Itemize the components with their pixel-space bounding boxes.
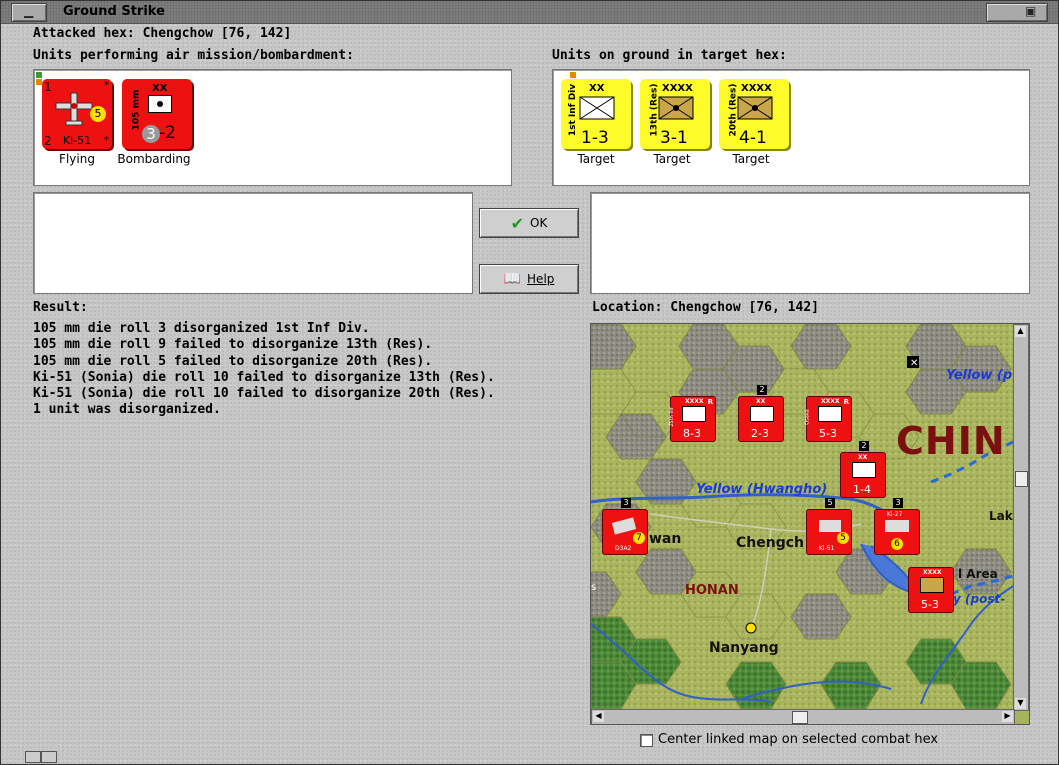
map-counter[interactable]: 3 7 D3A2 <box>602 498 648 555</box>
ground-units-panel: 1st Inf Div XX 1-3 Target 13th (Res) XXX… <box>552 69 1030 186</box>
map-label-yellow-p: Yellow (p <box>946 368 1013 383</box>
map-label-wan: wan <box>649 531 682 547</box>
scroll-thumb[interactable] <box>1015 471 1028 487</box>
location-label: Location: Chengchow [76, 142] <box>592 300 819 315</box>
infantry-icon <box>920 577 944 593</box>
air-unit-details-panel <box>33 192 473 294</box>
close-button[interactable]: ▣ <box>986 3 1048 22</box>
map-label-s: s <box>591 582 597 593</box>
map-label-nanyang: Nanyang <box>709 640 779 656</box>
ground-unit-details-panel <box>590 192 1030 294</box>
scroll-thumb[interactable] <box>792 711 808 724</box>
result-label: Result: <box>33 300 88 315</box>
plane-icon <box>55 92 93 126</box>
close-icon: ▣ <box>1025 4 1037 18</box>
map-label-chengchow: Chengch <box>736 535 804 551</box>
hex-map[interactable]: ✕ CHIN Yellow (p Yellow (Hwangho) Chengc… <box>590 323 1030 725</box>
map-label-area: l Area <box>958 567 998 581</box>
map-counter[interactable]: 2 XX 1-4 <box>840 441 886 498</box>
resize-grip-icon[interactable] <box>25 751 41 763</box>
map-label-honan: HONAN <box>685 583 739 598</box>
infantry-icon <box>750 406 774 422</box>
map-counter[interactable]: Osaka XXXX R 5-3 <box>805 396 852 442</box>
ground-unit-counter-20th-res[interactable]: 20th (Res) XXXX 4-1 <box>719 79 789 149</box>
ground-units-label: Units on ground in target hex: <box>552 48 787 63</box>
map-label-yellow-hwangho: Yellow (Hwangho) <box>696 482 828 497</box>
plane-icon <box>819 520 841 532</box>
status-dot-icon <box>36 72 42 78</box>
air-unit-caption: Flying <box>59 152 95 166</box>
result-log: 105 mm die roll 3 disorganized 1st Inf D… <box>33 321 495 419</box>
map-vertical-scrollbar[interactable]: ▲ ▼ <box>1013 324 1029 711</box>
scroll-up-icon[interactable]: ▲ <box>1015 326 1026 337</box>
ground-unit-counter-13th-res[interactable]: 13th (Res) XXXX 3-1 <box>640 79 710 149</box>
svg-text:✕: ✕ <box>910 358 918 369</box>
air-unit-counter-105mm[interactable]: 105 mm XX 3 -2 <box>122 79 192 149</box>
ground-unit-caption: Target <box>577 152 615 166</box>
infantry-icon <box>818 406 842 422</box>
infantry-icon <box>682 406 706 422</box>
map-label-china: CHIN <box>896 419 1006 463</box>
infantry-icon <box>579 96 615 120</box>
checkmark-icon: ✔ <box>510 213 525 233</box>
plane-icon <box>611 517 637 535</box>
title-bar[interactable]: ▁ Ground Strike ▣ <box>1 1 1058 24</box>
help-book-icon: 📖 <box>503 271 522 287</box>
scroll-left-icon[interactable]: ◀ <box>593 711 604 722</box>
map-counter[interactable]: 3 Ki-27 6 <box>874 498 920 555</box>
plane-icon <box>885 520 909 532</box>
air-unit-counter-ki51[interactable]: 1 2 * * 5 Ki-51 <box>42 79 112 149</box>
air-units-label: Units performing air mission/bombardment… <box>33 48 354 63</box>
map-horizontal-scrollbar[interactable]: ◀ ▶ <box>591 709 1015 724</box>
map-label-post: y (post- <box>953 592 1006 606</box>
result-line: Ki-51 (Sonia) die roll 10 failed to diso… <box>33 386 495 402</box>
resize-grip-icon[interactable] <box>41 751 57 763</box>
reserve-infantry-icon <box>737 96 773 120</box>
reserve-infantry-icon <box>658 96 694 120</box>
ground-unit-counter-1st-inf[interactable]: 1st Inf Div XX 1-3 <box>561 79 631 149</box>
ground-unit-caption: Target <box>653 152 691 166</box>
air-unit-caption: Bombarding <box>117 152 191 166</box>
artillery-icon <box>148 95 172 113</box>
result-line: 1 unit was disorganized. <box>33 402 221 418</box>
map-counter[interactable]: 5 5 Ki-51 <box>806 498 852 555</box>
status-dot-icon <box>570 72 576 78</box>
scroll-down-icon[interactable]: ▼ <box>1015 698 1026 709</box>
help-button[interactable]: 📖 Help <box>479 264 579 294</box>
map-counter[interactable]: 2 XX 2-3 <box>738 385 784 442</box>
map-counter[interactable]: 25th Inf XXXX R 8-3 <box>669 396 716 442</box>
ok-button[interactable]: ✔ OK <box>479 208 579 238</box>
center-linked-map-checkbox[interactable] <box>640 734 653 747</box>
system-menu-button[interactable]: ▁ <box>11 3 47 22</box>
map-counter[interactable]: XXXX 5-3 <box>908 567 954 613</box>
infantry-icon <box>852 462 876 478</box>
ground-unit-caption: Target <box>732 152 770 166</box>
attacked-hex-label: Attacked hex: Chengchow [76, 142] <box>33 26 292 41</box>
result-line: 105 mm die roll 9 failed to disorganize … <box>33 337 433 353</box>
air-units-panel: 1 2 * * 5 Ki-51 Flying 105 mm XX 3 -2 Bo… <box>33 69 512 186</box>
window-title: Ground Strike <box>63 4 165 19</box>
ground-strike-window: ▁ Ground Strike ▣ Attacked hex: Chengcho… <box>0 0 1059 765</box>
map-label-lak: Lak <box>989 509 1013 523</box>
scroll-right-icon[interactable]: ▶ <box>1002 711 1013 722</box>
center-linked-map-label: Center linked map on selected combat hex <box>658 732 939 747</box>
minimize-icon: ▁ <box>24 4 34 18</box>
result-line: 105 mm die roll 5 failed to disorganize … <box>33 353 433 369</box>
result-line: Ki-51 (Sonia) die roll 10 failed to diso… <box>33 369 495 385</box>
result-line: 105 mm die roll 3 disorganized 1st Inf D… <box>33 321 370 336</box>
